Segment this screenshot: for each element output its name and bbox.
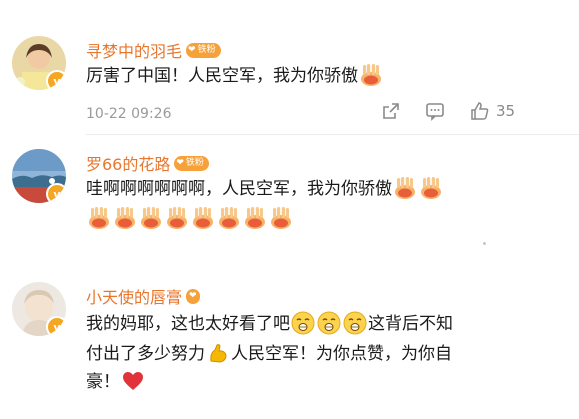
clap-hands-emoji [191,206,215,230]
verified-badge-icon: v [46,316,66,336]
comment-text: 我的妈耶，这也太好看了吧 [86,314,290,334]
fan-badge-label: 铁粉 [197,44,216,55]
red-heart-emoji [121,369,145,393]
share-button[interactable] [381,101,401,121]
clap-hands-emoji [393,176,417,200]
avatar[interactable]: v [12,149,66,203]
fan-badge: ❤ 铁粉 [186,42,221,58]
comment-button[interactable] [425,101,445,121]
clap-hands-emoji [113,206,137,230]
like-count: 35 [496,102,516,120]
comment-text: 人民空军！为你点赞，为你自 [231,344,452,364]
grimace-emoji [291,311,315,335]
clap-hands-emoji [359,63,383,87]
thumb-up-icon [471,102,489,120]
comment-icon [426,103,444,121]
comment-item-2: v 罗66的花路 ❤ 铁粉 哇啊啊啊啊啊啊，人民空军，我为你骄傲 [0,135,579,250]
avatar[interactable]: v [12,282,66,336]
comment-text: 厉害了中国！人民空军，我为你骄傲 [86,66,358,86]
comment-text: 这背后不知 [368,314,453,334]
username[interactable]: 小天使的唇膏 [86,284,182,308]
emoji-row [86,205,294,233]
clap-hands-emoji [243,206,267,230]
separator-dot [483,242,486,245]
grimace-emoji [343,311,367,335]
username[interactable]: 罗66的花路 [86,151,170,175]
timestamp: 10-22 09:26 [86,106,172,122]
comment-text: 付出了多少努力 [86,344,205,364]
clap-hands-emoji [139,206,163,230]
grimace-emoji [317,311,341,335]
fan-badge-label: 铁粉 [185,157,204,168]
clap-hands-emoji [165,206,189,230]
avatar[interactable]: v [12,36,66,90]
like-button[interactable]: 35 [470,101,515,121]
fan-badge-icon: ❤ [186,288,200,304]
clap-hands-emoji [217,206,241,230]
clap-hands-emoji [87,206,111,230]
comment-text: 哇啊啊啊啊啊啊，人民空军，我为你骄傲 [86,179,392,199]
clap-hands-emoji [269,206,293,230]
verified-badge-icon: v [46,183,66,203]
fan-badge: ❤ 铁粉 [174,155,209,171]
comment-item-3: v 小天使的唇膏 ❤ 我的妈耶，这也太好看了吧 这背后不知 付出了多少努力 人民空军… [0,262,579,419]
comment-item-1: v 寻梦中的羽毛 ❤ 铁粉 厉害了中国！人民空军，我为你骄傲 10-22 09:2… [0,0,579,135]
verified-badge-icon: v [46,70,66,90]
clap-hands-emoji [419,176,443,200]
muscle-emoji [206,341,230,365]
comment-text: 豪！ [86,372,120,392]
share-icon [383,103,399,119]
username[interactable]: 寻梦中的羽毛 [86,38,182,62]
